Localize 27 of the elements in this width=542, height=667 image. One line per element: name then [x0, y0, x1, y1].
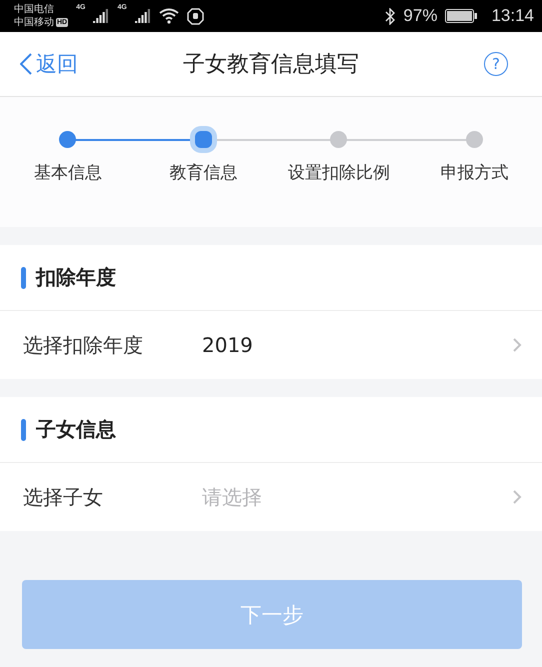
signal-icon — [93, 9, 110, 23]
carrier-label: 中国移动 — [14, 16, 54, 29]
carrier-label: 中国电信 — [14, 3, 55, 16]
step-label: 设置扣除比例 — [288, 162, 390, 184]
step-label: 基本信息 — [34, 162, 102, 184]
chevron-right-icon — [512, 489, 522, 505]
battery-percent: 97% — [403, 6, 438, 26]
chevron-right-icon — [512, 337, 522, 353]
step-label: 教育信息 — [169, 162, 238, 184]
bluetooth-icon — [385, 8, 396, 24]
section-marker — [21, 418, 26, 440]
step-label: 申报方式 — [440, 162, 508, 184]
section-title: 子女信息 — [36, 416, 116, 443]
back-button[interactable]: 返回 — [0, 49, 84, 79]
page-title: 子女教育信息填写 — [182, 51, 360, 79]
wifi-icon — [158, 8, 179, 24]
field-label: 选择扣除年度 — [23, 332, 144, 358]
battery-icon — [445, 9, 478, 23]
signal-icon — [134, 9, 151, 23]
help-button[interactable]: ? — [484, 52, 508, 76]
select-field[interactable]: 2019 — [202, 333, 512, 357]
field-label: 选择子女 — [23, 484, 104, 510]
select-field[interactable]: 请选择 — [202, 484, 512, 510]
section-marker — [21, 266, 26, 288]
section-title: 扣除年度 — [36, 264, 116, 291]
clock-time: 13:14 — [491, 6, 534, 26]
back-chevron-icon — [20, 53, 32, 75]
